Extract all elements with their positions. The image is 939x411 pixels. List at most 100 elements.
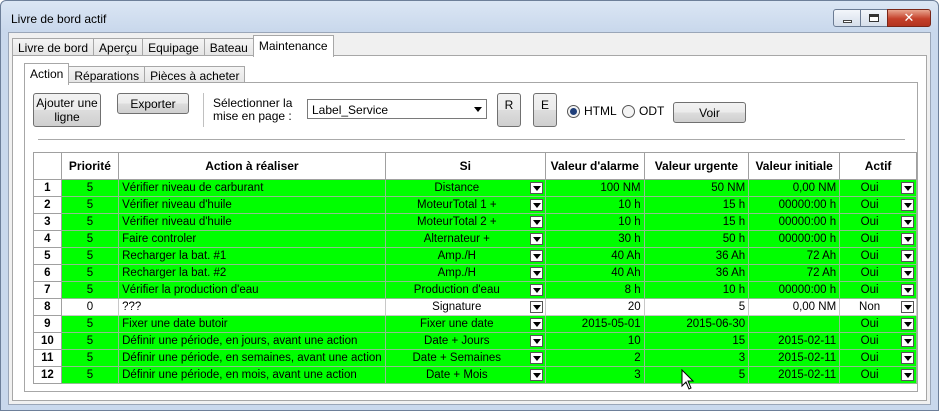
- row-header[interactable]: 6: [33, 264, 62, 282]
- table-row[interactable]: 4 5 Faire controler Alternateur + 30 h 50 h 00…: [33, 230, 917, 248]
- priority-cell[interactable]: 5: [60, 196, 120, 214]
- initial-value-cell[interactable]: 0,00 NM: [748, 298, 841, 316]
- dropdown-arrow-icon[interactable]: [529, 301, 543, 313]
- row-header[interactable]: 10: [33, 332, 62, 350]
- condition-cell[interactable]: Production d'eau: [384, 281, 546, 299]
- urgent-value-cell[interactable]: 15 h: [643, 196, 750, 214]
- condition-cell[interactable]: Alternateur +: [384, 230, 546, 248]
- title-bar[interactable]: Livre de bord actif ✕: [1, 1, 938, 31]
- dropdown-arrow-icon[interactable]: [901, 301, 914, 313]
- row-header[interactable]: 8: [33, 298, 62, 316]
- table-row[interactable]: 2 5 Vérifier niveau d'huile MoteurTotal 1 +…: [33, 196, 917, 214]
- dropdown-arrow-icon[interactable]: [901, 267, 914, 279]
- dropdown-arrow-icon[interactable]: [901, 182, 914, 194]
- maximize-button[interactable]: [860, 9, 888, 27]
- column-header[interactable]: Valeur urgente: [643, 152, 750, 180]
- initial-value-cell[interactable]: 0,00 NM: [748, 179, 841, 197]
- condition-cell[interactable]: Date + Mois: [384, 366, 546, 384]
- row-header[interactable]: 5: [33, 247, 62, 265]
- active-cell[interactable]: Oui: [839, 230, 917, 248]
- active-cell[interactable]: Non: [839, 298, 917, 316]
- initial-value-cell[interactable]: 00000:00 h: [748, 281, 841, 299]
- dropdown-arrow-icon[interactable]: [901, 233, 914, 245]
- table-row[interactable]: 7 5 Vérifier la production d'eau Production…: [33, 281, 917, 299]
- condition-cell[interactable]: Fixer une date: [384, 315, 546, 333]
- odt-radio[interactable]: ODT: [622, 104, 664, 118]
- condition-cell[interactable]: Amp./H: [384, 247, 546, 265]
- active-cell[interactable]: Oui: [839, 332, 917, 350]
- urgent-value-cell[interactable]: 50 h: [643, 230, 750, 248]
- dropdown-arrow-icon[interactable]: [529, 216, 543, 228]
- column-header[interactable]: Valeur initiale: [748, 152, 841, 180]
- urgent-value-cell[interactable]: 10 h: [643, 281, 750, 299]
- table-row[interactable]: 8 0??? Signature 20 5 0,00 NM Non: [33, 298, 917, 316]
- dropdown-arrow-icon[interactable]: [529, 267, 543, 279]
- dropdown-arrow-icon[interactable]: [529, 284, 543, 296]
- layout-select[interactable]: Label_Service: [307, 99, 487, 119]
- close-button[interactable]: ✕: [887, 9, 931, 27]
- column-header[interactable]: Si: [384, 152, 546, 180]
- active-cell[interactable]: Oui: [839, 264, 917, 282]
- action-cell[interactable]: Définir une période, en jours, avant une…: [118, 332, 386, 350]
- dropdown-arrow-icon[interactable]: [529, 250, 543, 262]
- alarm-value-cell[interactable]: 2: [544, 349, 645, 367]
- row-header[interactable]: 1: [33, 179, 62, 197]
- alarm-value-cell[interactable]: 2015-05-01: [544, 315, 645, 333]
- priority-cell[interactable]: 5: [60, 247, 120, 265]
- row-header[interactable]: 4: [33, 230, 62, 248]
- active-cell[interactable]: Oui: [839, 196, 917, 214]
- action-cell[interactable]: Vérifier niveau de carburant: [118, 179, 386, 197]
- urgent-value-cell[interactable]: 5: [643, 366, 750, 384]
- tab-maintenance[interactable]: Maintenance: [252, 35, 334, 57]
- priority-cell[interactable]: 5: [60, 315, 120, 333]
- action-cell[interactable]: Fixer une date butoir: [118, 315, 386, 333]
- urgent-value-cell[interactable]: 5: [643, 298, 750, 316]
- condition-cell[interactable]: Distance: [384, 179, 546, 197]
- table-row[interactable]: 12 5 Définir une période, en mois, avant u…: [33, 366, 917, 384]
- export-button[interactable]: Exporter: [117, 93, 189, 114]
- minimize-button[interactable]: [833, 9, 861, 27]
- grid-corner-cell[interactable]: [33, 152, 62, 180]
- table-row[interactable]: 1 5 Vérifier niveau de carburant Distance 10…: [33, 179, 917, 197]
- dropdown-arrow-icon[interactable]: [529, 182, 543, 194]
- action-cell[interactable]: Définir une période, en mois, avant une …: [118, 366, 386, 384]
- e-button[interactable]: E: [533, 93, 557, 127]
- priority-cell[interactable]: 0: [60, 298, 120, 316]
- r-button[interactable]: R: [497, 93, 521, 127]
- dropdown-arrow-icon[interactable]: [529, 352, 543, 364]
- action-cell[interactable]: Recharger la bat. #2: [118, 264, 386, 282]
- table-row[interactable]: 9 5 Fixer une date butoir Fixer une date 201…: [33, 315, 917, 333]
- alarm-value-cell[interactable]: 40 Ah: [544, 247, 645, 265]
- initial-value-cell[interactable]: 2015-02-11: [748, 332, 841, 350]
- initial-value-cell[interactable]: 72 Ah: [748, 264, 841, 282]
- action-cell[interactable]: Vérifier la production d'eau: [118, 281, 386, 299]
- active-cell[interactable]: Oui: [839, 179, 917, 197]
- alarm-value-cell[interactable]: 3: [544, 366, 645, 384]
- row-header[interactable]: 7: [33, 281, 62, 299]
- column-header[interactable]: Actif: [839, 152, 917, 180]
- row-header[interactable]: 2: [33, 196, 62, 214]
- priority-cell[interactable]: 5: [60, 213, 120, 231]
- condition-cell[interactable]: MoteurTotal 1 +: [384, 196, 546, 214]
- html-radio-indicator[interactable]: [567, 104, 580, 118]
- urgent-value-cell[interactable]: 36 Ah: [643, 247, 750, 265]
- condition-cell[interactable]: Amp./H: [384, 264, 546, 282]
- column-header[interactable]: Valeur d'alarme: [544, 152, 645, 180]
- column-header[interactable]: Action à réaliser: [118, 152, 386, 180]
- view-button[interactable]: Voir: [673, 102, 746, 123]
- table-row[interactable]: 5 5 Recharger la bat. #1 Amp./H 40 Ah 36 Ah 72…: [33, 247, 917, 265]
- dropdown-arrow-icon[interactable]: [901, 318, 914, 330]
- priority-cell[interactable]: 5: [60, 179, 120, 197]
- urgent-value-cell[interactable]: 50 NM: [643, 179, 750, 197]
- alarm-value-cell[interactable]: 20: [544, 298, 645, 316]
- initial-value-cell[interactable]: 00000:00 h: [748, 213, 841, 231]
- condition-cell[interactable]: MoteurTotal 2 +: [384, 213, 546, 231]
- alarm-value-cell[interactable]: 10: [544, 332, 645, 350]
- dropdown-arrow-icon[interactable]: [529, 199, 543, 211]
- priority-cell[interactable]: 5: [60, 281, 120, 299]
- dropdown-arrow-icon[interactable]: [529, 335, 543, 347]
- alarm-value-cell[interactable]: 10 h: [544, 196, 645, 214]
- html-radio[interactable]: HTML: [567, 104, 617, 118]
- alarm-value-cell[interactable]: 100 NM: [544, 179, 645, 197]
- row-header[interactable]: 12: [33, 366, 62, 384]
